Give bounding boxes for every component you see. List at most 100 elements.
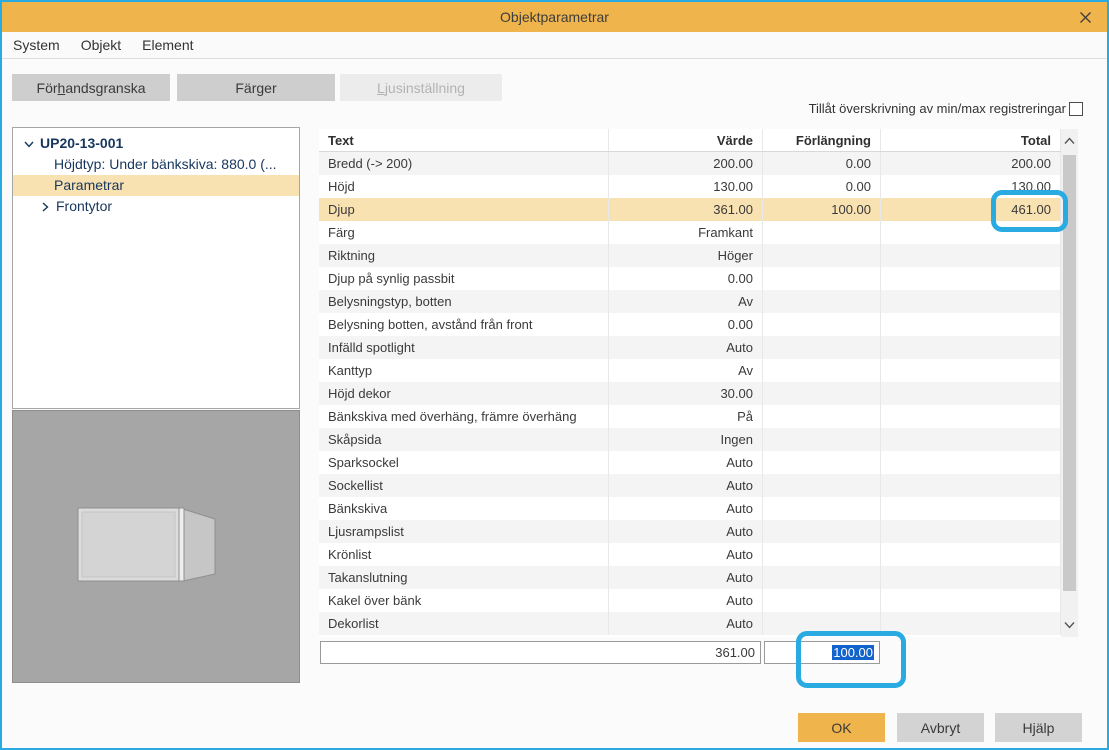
- scroll-up-icon[interactable]: [1061, 131, 1078, 151]
- table-row[interactable]: Höjd 130.00 0.00 130.00: [319, 175, 1078, 198]
- table-header-row: Text Värde Förlängning Total: [319, 129, 1078, 152]
- parameter-table: Text Värde Förlängning Total Bredd (-> 2…: [319, 129, 1078, 637]
- cell-varde: Ingen: [609, 428, 763, 451]
- label-part: För: [36, 80, 58, 96]
- cell-varde: Auto: [609, 589, 763, 612]
- cell-total: [881, 267, 1061, 290]
- cell-forlangning: [763, 359, 881, 382]
- cell-text: Ljusrampslist: [319, 520, 609, 543]
- table-row[interactable]: Färg Framkant: [319, 221, 1078, 244]
- table-row[interactable]: Sockellist Auto: [319, 474, 1078, 497]
- cell-total: [881, 336, 1061, 359]
- vertical-scrollbar[interactable]: [1061, 129, 1078, 637]
- table-row[interactable]: Djup på synlig passbit 0.00: [319, 267, 1078, 290]
- cell-total: [881, 566, 1061, 589]
- cell-varde: 30.00: [609, 382, 763, 405]
- cell-total: 200.00: [881, 152, 1061, 175]
- cell-forlangning: [763, 382, 881, 405]
- menu-element[interactable]: Element: [142, 37, 193, 53]
- table-row[interactable]: Riktning Höger: [319, 244, 1078, 267]
- cell-varde: Höger: [609, 244, 763, 267]
- tree-item-hojdtyp[interactable]: Höjdtyp: Under bänkskiva: 880.0 (...: [13, 154, 299, 175]
- title-bar[interactable]: Objektparametrar: [2, 2, 1107, 32]
- cell-varde: Auto: [609, 566, 763, 589]
- table-row[interactable]: Skåpsida Ingen: [319, 428, 1078, 451]
- cell-total: [881, 313, 1061, 336]
- header-forlangning[interactable]: Förlängning: [763, 129, 881, 151]
- table-row[interactable]: Belysningstyp, botten Av: [319, 290, 1078, 313]
- chevron-right-icon[interactable]: [39, 201, 51, 213]
- chevron-down-icon[interactable]: [23, 138, 35, 150]
- table-row[interactable]: Infälld spotlight Auto: [319, 336, 1078, 359]
- extension-edit-field[interactable]: 100.00: [764, 641, 880, 664]
- ok-button[interactable]: OK: [798, 713, 885, 742]
- help-button[interactable]: Hjälp: [995, 713, 1082, 742]
- cell-forlangning: [763, 313, 881, 336]
- close-icon[interactable]: [1077, 9, 1093, 25]
- table-row[interactable]: Takanslutning Auto: [319, 566, 1078, 589]
- cell-forlangning: [763, 451, 881, 474]
- label-mnemonic: g: [256, 80, 265, 96]
- cell-forlangning: [763, 543, 881, 566]
- cell-total: [881, 428, 1061, 451]
- cell-forlangning: 0.00: [763, 152, 881, 175]
- colors-button[interactable]: Färger: [177, 74, 335, 101]
- menu-system[interactable]: System: [13, 37, 60, 53]
- tree-item-label: UP20-13-001: [40, 135, 124, 151]
- label-part: jusinställning: [384, 80, 465, 96]
- tree-item-parametrar[interactable]: Parametrar: [13, 175, 299, 196]
- table-row[interactable]: Bänkskiva med överhäng, främre överhäng …: [319, 405, 1078, 428]
- table-row[interactable]: Kakel över bänk Auto: [319, 589, 1078, 612]
- preview-3d-viewport[interactable]: [12, 410, 300, 683]
- override-checkbox[interactable]: [1069, 101, 1083, 116]
- cell-text: Kanttyp: [319, 359, 609, 382]
- cell-text: Dekorlist: [319, 612, 609, 635]
- cell-varde: På: [609, 405, 763, 428]
- table-row[interactable]: Bredd (-> 200) 200.00 0.00 200.00: [319, 152, 1078, 175]
- cell-varde: Auto: [609, 497, 763, 520]
- cell-forlangning: [763, 589, 881, 612]
- cancel-button[interactable]: Avbryt: [897, 713, 984, 742]
- header-text[interactable]: Text: [319, 129, 609, 151]
- light-settings-button[interactable]: Ljusinställning: [340, 74, 502, 101]
- cabinet-3d-render: [77, 507, 216, 582]
- override-label: Tillåt överskrivning av min/max registre…: [808, 101, 1066, 116]
- tree-item-frontytor[interactable]: Frontytor: [13, 196, 299, 217]
- menu-objekt[interactable]: Objekt: [81, 37, 121, 53]
- table-row[interactable]: Dekorlist Auto: [319, 612, 1078, 635]
- value-edit-field[interactable]: 361.00: [320, 641, 761, 664]
- header-varde[interactable]: Värde: [609, 129, 763, 151]
- preview-button[interactable]: Förhandsgranska: [12, 74, 170, 101]
- cell-forlangning: [763, 474, 881, 497]
- cell-total: [881, 543, 1061, 566]
- table-row[interactable]: Bänkskiva Auto: [319, 497, 1078, 520]
- tree-item-label: Parametrar: [54, 177, 125, 193]
- cell-total: [881, 520, 1061, 543]
- cell-varde: Auto: [609, 612, 763, 635]
- scrollbar-thumb[interactable]: [1063, 155, 1076, 591]
- cell-forlangning: [763, 221, 881, 244]
- header-total[interactable]: Total: [881, 129, 1061, 151]
- tree-item-root[interactable]: UP20-13-001: [13, 133, 299, 154]
- cell-text: Krönlist: [319, 543, 609, 566]
- cell-forlangning: [763, 290, 881, 313]
- table-row[interactable]: Krönlist Auto: [319, 543, 1078, 566]
- cell-varde: 0.00: [609, 267, 763, 290]
- scroll-down-icon[interactable]: [1061, 615, 1078, 635]
- override-row: Tillåt överskrivning av min/max registre…: [809, 101, 1083, 116]
- cell-varde: 130.00: [609, 175, 763, 198]
- cell-text: Belysningstyp, botten: [319, 290, 609, 313]
- cell-total: [881, 405, 1061, 428]
- table-row[interactable]: Höjd dekor 30.00: [319, 382, 1078, 405]
- table-row[interactable]: Sparksockel Auto: [319, 451, 1078, 474]
- cell-varde: Framkant: [609, 221, 763, 244]
- cell-text: Bänkskiva med överhäng, främre överhäng: [319, 405, 609, 428]
- cell-text: Skåpsida: [319, 428, 609, 451]
- table-row[interactable]: Ljusrampslist Auto: [319, 520, 1078, 543]
- cell-forlangning: [763, 244, 881, 267]
- cell-text: Kakel över bänk: [319, 589, 609, 612]
- table-row[interactable]: Djup 361.00 100.00 461.00: [319, 198, 1078, 221]
- cell-text: Sparksockel: [319, 451, 609, 474]
- table-row[interactable]: Belysning botten, avstånd från front 0.0…: [319, 313, 1078, 336]
- table-row[interactable]: Kanttyp Av: [319, 359, 1078, 382]
